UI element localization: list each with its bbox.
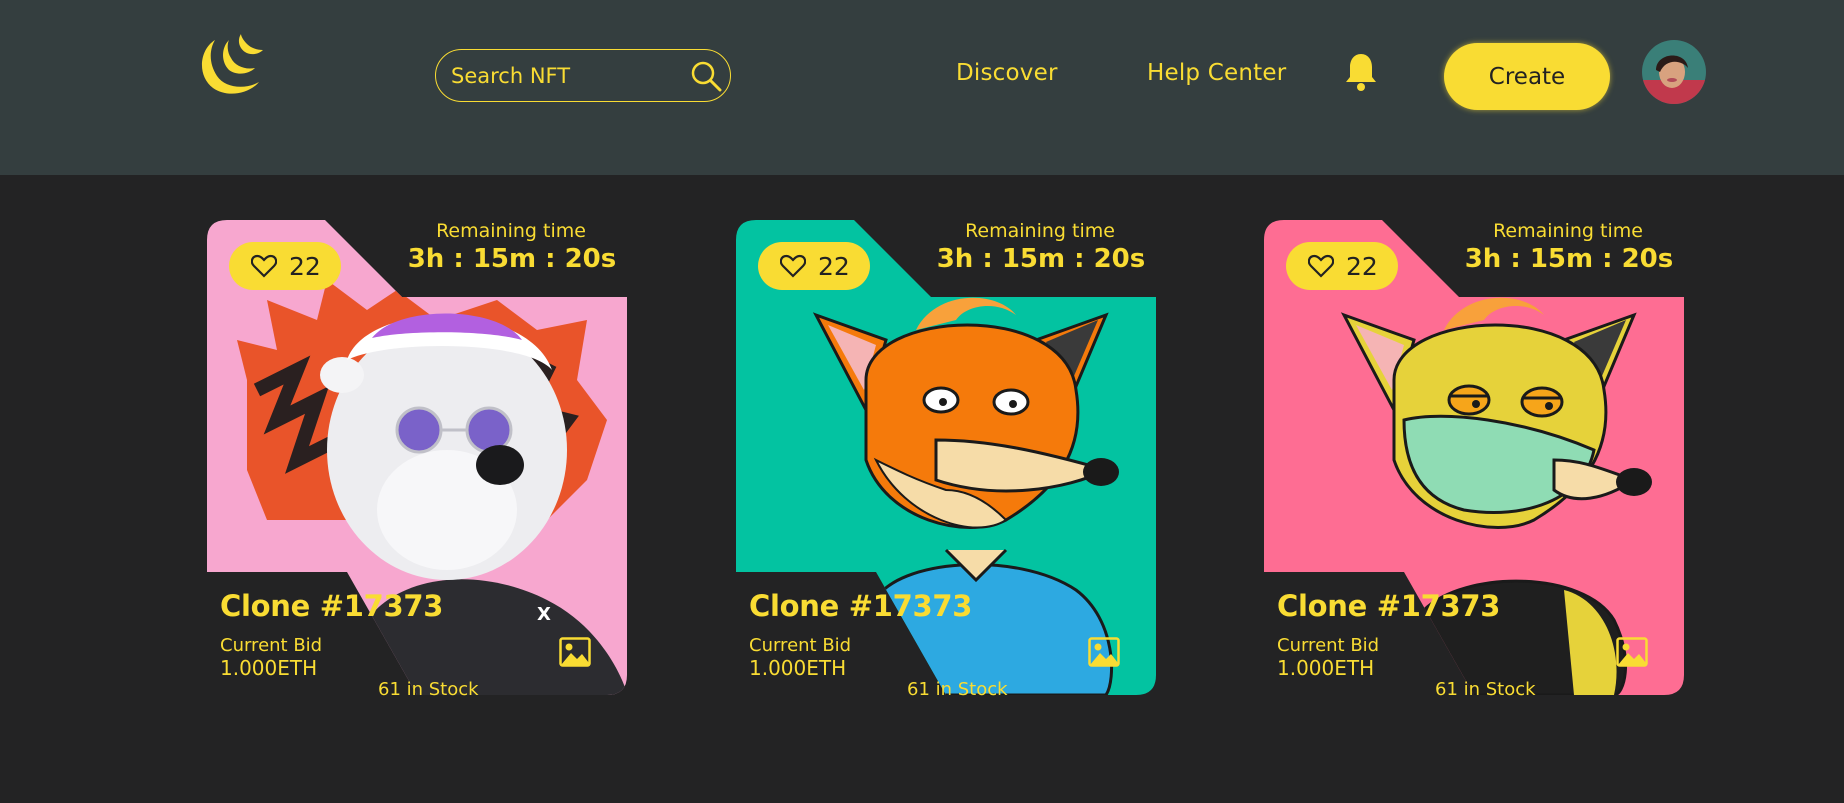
nav-help-center-link[interactable]: Help Center [1147, 60, 1286, 86]
remaining-time-label: Remaining time [436, 220, 586, 242]
remaining-time-label: Remaining time [1493, 220, 1643, 242]
remaining-time-label: Remaining time [965, 220, 1115, 242]
current-bid-value: 1.000ETH [220, 656, 318, 680]
stock-count: 61 in Stock [907, 679, 1008, 700]
create-button[interactable]: Create [1444, 43, 1610, 110]
nft-artwork-masked-fox [1264, 220, 1684, 695]
nft-card[interactable]: 22 Remaining time 3h : 15m : 20s Clone #… [1264, 220, 1684, 700]
remaining-time-value: 3h : 15m : 20s [936, 244, 1146, 274]
nft-title: Clone #17373 [1277, 589, 1501, 623]
logo-icon[interactable] [195, 32, 265, 98]
stock-count: 61 in Stock [1435, 679, 1536, 700]
current-bid-label: Current Bid [749, 635, 852, 656]
like-count: 22 [289, 251, 321, 281]
like-count: 22 [818, 251, 850, 281]
current-bid-label: Current Bid [220, 635, 323, 656]
like-count: 22 [1346, 251, 1378, 281]
image-icon[interactable] [559, 637, 591, 667]
heart-icon [1308, 254, 1334, 278]
avatar-image [1642, 40, 1706, 104]
like-button[interactable]: 22 [229, 242, 341, 290]
current-bid-value: 1.000ETH [1277, 656, 1375, 680]
nft-title: Clone #17373 [220, 589, 444, 623]
nft-artwork-orange-fox [736, 220, 1156, 695]
nav-discover-link[interactable]: Discover [956, 60, 1058, 86]
current-bid-value: 1.000ETH [749, 656, 847, 680]
top-navbar: Discover Help Center Create [0, 0, 1844, 175]
remaining-time-value: 3h : 15m : 20s [407, 244, 617, 274]
heart-icon [251, 254, 277, 278]
nft-card[interactable]: X 22 Remaining time 3h : 15m : 20s Clone… [207, 220, 627, 700]
image-icon[interactable] [1088, 637, 1120, 667]
nft-title: Clone #17373 [749, 589, 973, 623]
search-bar [435, 49, 731, 102]
search-icon[interactable] [690, 60, 722, 92]
remaining-time-value: 3h : 15m : 20s [1464, 244, 1674, 274]
like-button[interactable]: 22 [1286, 242, 1398, 290]
bell-icon[interactable] [1345, 52, 1377, 92]
search-input[interactable] [451, 63, 671, 88]
svg-text:X: X [537, 604, 551, 625]
current-bid-label: Current Bid [1277, 635, 1380, 656]
nft-card[interactable]: 22 Remaining time 3h : 15m : 20s Clone #… [736, 220, 1156, 700]
stock-count: 61 in Stock [378, 679, 479, 700]
nft-artwork-polar-bear: X [207, 220, 627, 695]
image-icon[interactable] [1616, 637, 1648, 667]
like-button[interactable]: 22 [758, 242, 870, 290]
heart-icon [780, 254, 806, 278]
user-avatar[interactable] [1642, 40, 1706, 104]
